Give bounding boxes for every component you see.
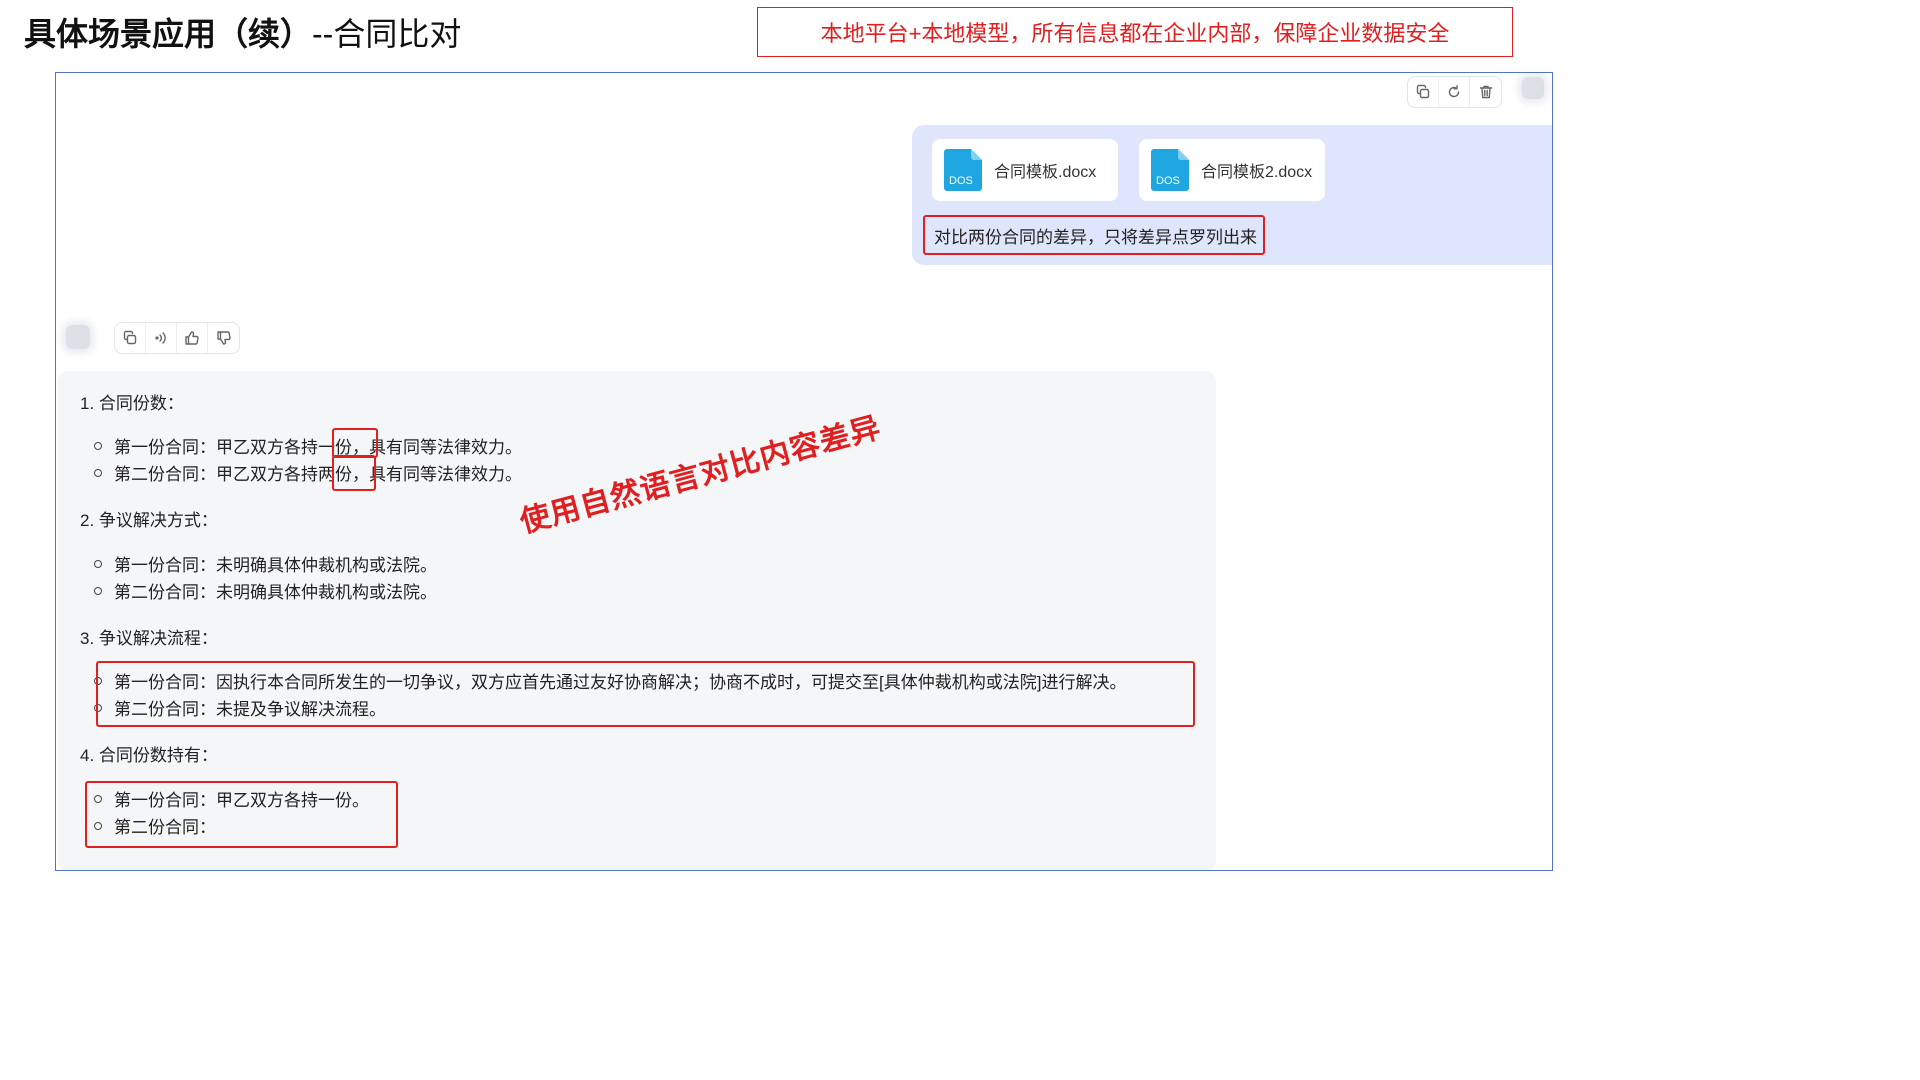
highlight-box <box>96 661 1195 727</box>
answer-bullet: 第一份合同：甲乙双方各持 一份 ，具有同等法律效力。 <box>94 433 522 458</box>
highlight-box <box>85 781 398 848</box>
security-note-box: 本地平台+本地模型，所有信息都在企业内部，保障企业数据安全 <box>757 7 1513 57</box>
security-note-text: 本地平台+本地模型，所有信息都在企业内部，保障企业数据安全 <box>820 21 1450 46</box>
bullet-prefix: 第二份合同：甲乙双方各持 <box>114 465 318 484</box>
word-doc-icon: DOS <box>1151 149 1189 191</box>
file-attachment-card[interactable]: DOS 合同模板2.docx <box>1139 139 1325 201</box>
word-doc-icon: DOS <box>944 149 982 191</box>
bullet-text: 第一份合同：未明确具体仲裁机构或法院。 <box>114 556 437 575</box>
regenerate-icon <box>1448 85 1460 98</box>
copy-button[interactable] <box>1408 77 1439 107</box>
file-name: 合同模板2.docx <box>1201 164 1313 181</box>
answer-bullet: 第二份合同：甲乙双方各持 两份 ，具有同等法律效力。 <box>94 460 522 485</box>
slide-title: 具体场景应用（续）--合同比对 <box>24 10 461 58</box>
highlight-box <box>332 428 378 458</box>
thumbs-down-button[interactable] <box>208 323 239 353</box>
answer-section-title: 2. 争议解决方式： <box>80 511 218 530</box>
chat-window: DOS 合同模板.docx DOS 合同模板2.docx 对比两份合同的差异，只… <box>55 72 1553 871</box>
copy-button[interactable] <box>115 323 146 353</box>
bullet-icon <box>94 468 102 477</box>
highlight-box <box>332 455 376 491</box>
user-message-toolbar <box>1407 76 1502 108</box>
speaker-icon <box>155 332 166 344</box>
file-name: 合同模板.docx <box>994 164 1097 181</box>
answer-bullet: 第一份合同：未明确具体仲裁机构或法院。 <box>94 551 437 576</box>
answer-bullet: 第二份合同：未明确具体仲裁机构或法院。 <box>94 578 437 603</box>
delete-icon <box>1479 85 1492 99</box>
thumbs-up-icon <box>185 331 199 345</box>
user-message-bubble: DOS 合同模板.docx DOS 合同模板2.docx 对比两份合同的差异，只… <box>912 125 1552 265</box>
answer-section-title: 3. 争议解决流程： <box>80 629 218 648</box>
bullet-suffix: ，具有同等法律效力。 <box>352 465 522 484</box>
bullet-prefix: 第一份合同：甲乙双方各持 <box>114 438 318 457</box>
doc-icon-label: DOS <box>949 175 973 187</box>
slide-title-main: 具体场景应用（续） <box>24 16 313 52</box>
copy-icon <box>1416 84 1430 99</box>
doc-icon-label: DOS <box>1156 175 1180 187</box>
bullet-text: 第二份合同：未明确具体仲裁机构或法院。 <box>114 583 437 602</box>
slide-title-sub: --合同比对 <box>312 16 462 52</box>
bullet-icon <box>94 441 102 450</box>
answer-section-title: 1. 合同份数： <box>80 394 184 413</box>
read-aloud-button[interactable] <box>146 323 177 353</box>
file-attachment-card[interactable]: DOS 合同模板.docx <box>932 139 1118 201</box>
thumbs-down-icon <box>216 331 231 345</box>
assistant-message-toolbar <box>114 322 240 354</box>
bullet-icon <box>94 559 102 568</box>
user-avatar <box>1522 77 1544 99</box>
thumbs-up-button[interactable] <box>177 323 208 353</box>
copy-icon <box>123 330 137 345</box>
delete-button[interactable] <box>1470 77 1501 107</box>
user-prompt-text: 对比两份合同的差异，只将差异点罗列出来 <box>923 215 1265 255</box>
assistant-answer: 1. 合同份数： 第一份合同：甲乙双方各持 一份 ，具有同等法律效力。 第二份合同：… <box>58 371 1216 870</box>
regenerate-button[interactable] <box>1439 77 1470 107</box>
bullet-icon <box>94 586 102 595</box>
answer-section-title: 4. 合同份数持有： <box>80 746 218 765</box>
assistant-avatar <box>66 325 90 349</box>
